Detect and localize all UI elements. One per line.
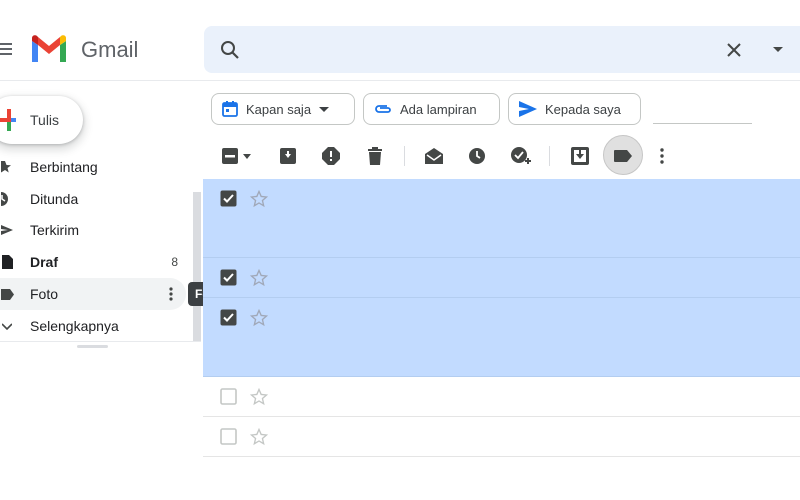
delete-icon[interactable] bbox=[363, 144, 387, 168]
more-options-icon[interactable] bbox=[650, 144, 674, 168]
row-checkbox[interactable] bbox=[220, 309, 237, 326]
sidebar-item-label: Terkirim bbox=[30, 222, 79, 238]
compose-label: Tulis bbox=[30, 112, 60, 128]
drag-handle[interactable] bbox=[77, 345, 108, 348]
message-row[interactable] bbox=[203, 298, 800, 377]
menu-icon bbox=[0, 43, 12, 55]
filter-chip-to-me[interactable]: Kepada saya bbox=[508, 93, 641, 125]
calendar-icon bbox=[222, 101, 238, 117]
row-checkbox[interactable] bbox=[220, 388, 237, 405]
main-menu-button[interactable] bbox=[0, 37, 14, 61]
sidebar-item-drafts[interactable] bbox=[0, 246, 186, 278]
message-row[interactable] bbox=[203, 417, 800, 457]
filter-chip-any-time[interactable]: Kapan saja bbox=[211, 93, 355, 125]
snooze-icon[interactable] bbox=[465, 144, 489, 168]
sidebar-item-label: Foto bbox=[30, 286, 59, 302]
report-spam-icon[interactable] bbox=[319, 144, 343, 168]
sidebar-divider bbox=[0, 341, 201, 342]
header-divider bbox=[0, 80, 800, 81]
attachment-icon bbox=[374, 103, 392, 115]
move-to-icon[interactable] bbox=[568, 144, 592, 168]
archive-icon[interactable] bbox=[276, 144, 300, 168]
sidebar-item-label: Berbintang bbox=[30, 159, 98, 175]
dropdown-icon[interactable] bbox=[766, 38, 790, 62]
sidebar-item-foto[interactable] bbox=[0, 278, 186, 310]
sidebar-scrollbar[interactable] bbox=[193, 192, 201, 342]
add-to-tasks-icon[interactable] bbox=[509, 144, 533, 168]
chevron-down-icon bbox=[0, 310, 14, 342]
toolbar-divider bbox=[549, 146, 550, 166]
star-icon[interactable] bbox=[249, 387, 269, 407]
sidebar-item-snoozed[interactable] bbox=[0, 183, 186, 215]
plus-icon bbox=[0, 109, 16, 131]
row-checkbox[interactable] bbox=[220, 190, 237, 207]
star-icon[interactable] bbox=[249, 308, 269, 328]
search-input[interactable] bbox=[256, 36, 706, 64]
filter-underline bbox=[653, 123, 752, 124]
clock-icon bbox=[0, 183, 14, 215]
chip-label: Kapan saja bbox=[246, 101, 312, 117]
draft-count: 8 bbox=[171, 255, 178, 269]
message-row[interactable] bbox=[203, 377, 800, 417]
toolbar-divider bbox=[404, 146, 405, 166]
filter-chip-has-attachment[interactable]: Ada lampiran bbox=[363, 93, 500, 125]
label-icon bbox=[611, 144, 635, 168]
star-icon[interactable] bbox=[249, 427, 269, 447]
row-checkbox[interactable] bbox=[220, 428, 237, 445]
search-icon[interactable] bbox=[218, 38, 242, 62]
star-icon bbox=[0, 151, 14, 183]
select-dropdown-icon[interactable] bbox=[240, 144, 254, 168]
draft-icon bbox=[0, 246, 14, 278]
caret-down-icon bbox=[319, 106, 330, 112]
send-icon bbox=[0, 214, 14, 246]
star-icon[interactable] bbox=[249, 268, 269, 288]
app-name: Gmail bbox=[81, 37, 139, 62]
close-icon[interactable] bbox=[722, 38, 746, 62]
gmail-logo[interactable] bbox=[30, 35, 68, 63]
message-row[interactable] bbox=[203, 179, 800, 258]
select-all-checkbox[interactable] bbox=[218, 144, 242, 168]
mark-as-read-icon[interactable] bbox=[422, 144, 446, 168]
sidebar-item-label: Selengkapnya bbox=[30, 318, 119, 334]
label-icon bbox=[0, 278, 14, 310]
message-row[interactable] bbox=[203, 258, 800, 298]
star-icon[interactable] bbox=[249, 189, 269, 209]
send-arrow-icon bbox=[519, 101, 537, 117]
chip-label: Kepada saya bbox=[545, 101, 621, 117]
chip-label: Ada lampiran bbox=[400, 101, 477, 117]
row-checkbox[interactable] bbox=[220, 269, 237, 286]
sidebar-item-sent[interactable] bbox=[0, 214, 186, 246]
sidebar-item-label: Ditunda bbox=[30, 191, 79, 207]
more-vert-icon[interactable] bbox=[163, 278, 179, 310]
sidebar-item-label: Draf bbox=[30, 254, 59, 270]
